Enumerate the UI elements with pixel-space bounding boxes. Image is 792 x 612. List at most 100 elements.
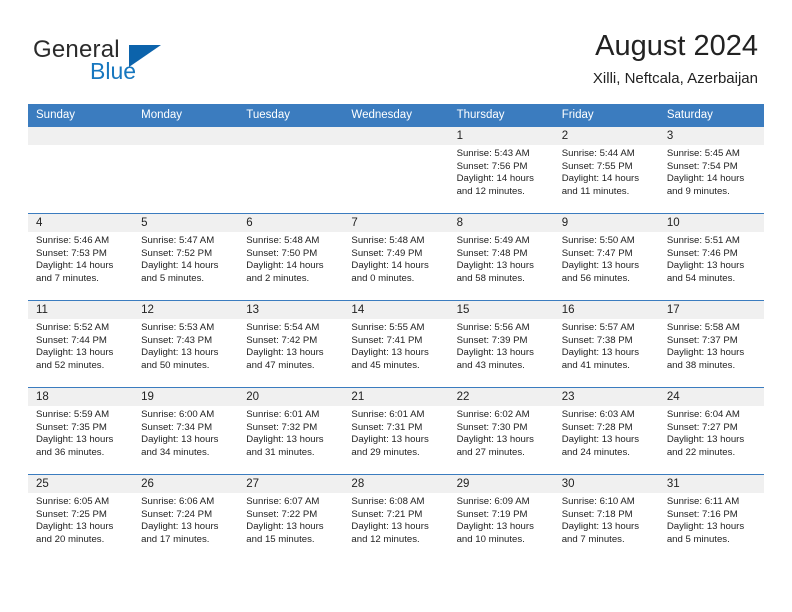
calendar-cell[interactable]: 28 Sunrise: 6:08 AM Sunset: 7:21 PM Dayligh… xyxy=(343,474,449,561)
calendar-cell[interactable]: 31 Sunrise: 6:11 AM Sunset: 7:16 PM Dayligh… xyxy=(658,474,764,561)
day-details: Sunrise: 5:52 AM Sunset: 7:44 PM Daylight:… xyxy=(28,319,133,372)
sunrise-text: Sunrise: 5:44 AM xyxy=(561,148,635,159)
calendar-cell[interactable]: 2 Sunrise: 5:44 AM Sunset: 7:55 PM Daylight… xyxy=(553,127,659,214)
day-details: Sunrise: 5:48 AM Sunset: 7:49 PM Daylight:… xyxy=(343,232,448,285)
calendar-cell[interactable]: 21 Sunrise: 6:01 AM Sunset: 7:31 PM Dayligh… xyxy=(343,387,449,475)
calendar-week-row: 1 Sunrise: 5:43 AM Sunset: 7:56 PM Daylight… xyxy=(28,127,764,214)
sunset-text: Sunset: 7:31 PM xyxy=(351,421,423,433)
day-cell: 17 Sunrise: 5:58 AM Sunset: 7:37 PM Dayligh… xyxy=(658,301,764,387)
sunset-text: Sunset: 7:16 PM xyxy=(666,508,738,520)
day-details: Sunrise: 5:54 AM Sunset: 7:42 PM Daylight:… xyxy=(238,319,343,372)
calendar-cell[interactable]: 7 Sunrise: 5:48 AM Sunset: 7:49 PM Daylight… xyxy=(343,213,449,301)
daylight-text-line1: Daylight: 13 hours xyxy=(561,260,640,272)
day-details: Sunrise: 5:57 AM Sunset: 7:38 PM Daylight:… xyxy=(554,319,659,372)
daylight-text-line1: Daylight: 13 hours xyxy=(666,521,745,533)
sunrise-text: Sunrise: 5:53 AM xyxy=(141,322,215,333)
calendar-week-row: 11 Sunrise: 5:52 AM Sunset: 7:44 PM Dayligh… xyxy=(28,300,764,388)
daylight-text-line2: and 27 minutes. xyxy=(456,446,525,458)
calendar-cell[interactable] xyxy=(28,127,134,214)
calendar-cell[interactable]: 14 Sunrise: 5:55 AM Sunset: 7:41 PM Dayligh… xyxy=(343,300,449,388)
day-number: 27 xyxy=(238,475,344,493)
calendar-cell[interactable]: 8 Sunrise: 5:49 AM Sunset: 7:48 PM Daylight… xyxy=(448,213,554,301)
calendar-cell[interactable]: 3 Sunrise: 5:45 AM Sunset: 7:54 PM Daylight… xyxy=(658,127,764,214)
sunrise-text: Sunrise: 6:11 AM xyxy=(666,496,740,507)
daylight-text-line2: and 52 minutes. xyxy=(36,359,105,371)
day-number: 1 xyxy=(448,127,554,145)
calendar-cell[interactable] xyxy=(133,127,239,214)
calendar-cell[interactable]: 23 Sunrise: 6:03 AM Sunset: 7:28 PM Dayligh… xyxy=(553,387,659,475)
sunset-text: Sunset: 7:22 PM xyxy=(246,508,318,520)
daylight-text-line1: Daylight: 13 hours xyxy=(456,434,534,446)
sunrise-text: Sunrise: 5:54 AM xyxy=(246,322,320,333)
calendar-cell[interactable]: 16 Sunrise: 5:57 AM Sunset: 7:38 PM Dayligh… xyxy=(553,300,659,388)
calendar-cell[interactable]: 15 Sunrise: 5:56 AM Sunset: 7:39 PM Dayligh… xyxy=(448,300,554,388)
daylight-text-line1: Daylight: 13 hours xyxy=(666,260,745,272)
day-number: 12 xyxy=(133,301,239,319)
sunset-text: Sunset: 7:53 PM xyxy=(36,247,107,259)
calendar-week-row: 18 Sunrise: 5:59 AM Sunset: 7:35 PM Dayligh… xyxy=(28,387,764,475)
daylight-text-line2: and 58 minutes. xyxy=(456,272,525,284)
sunset-text: Sunset: 7:42 PM xyxy=(246,334,318,346)
day-details: Sunrise: 5:46 AM Sunset: 7:53 PM Daylight:… xyxy=(28,232,133,285)
sunset-text: Sunset: 7:52 PM xyxy=(141,247,213,259)
sunrise-text: Sunrise: 6:00 AM xyxy=(141,409,215,420)
calendar-cell[interactable]: 12 Sunrise: 5:53 AM Sunset: 7:43 PM Dayligh… xyxy=(133,300,239,388)
calendar-cell[interactable]: 5 Sunrise: 5:47 AM Sunset: 7:52 PM Daylight… xyxy=(133,213,239,301)
calendar-cell[interactable]: 30 Sunrise: 6:10 AM Sunset: 7:18 PM Dayligh… xyxy=(553,474,659,561)
sunrise-text: Sunrise: 6:02 AM xyxy=(456,409,530,420)
sunrise-text: Sunrise: 6:07 AM xyxy=(246,496,320,507)
calendar-cell[interactable] xyxy=(238,127,344,214)
day-details: Sunrise: 6:07 AM Sunset: 7:22 PM Daylight:… xyxy=(238,493,343,546)
day-number: 23 xyxy=(553,388,659,406)
calendar-cell[interactable]: 1 Sunrise: 5:43 AM Sunset: 7:56 PM Daylight… xyxy=(448,127,554,214)
day-number: 6 xyxy=(238,214,344,232)
day-details: Sunrise: 5:55 AM Sunset: 7:41 PM Daylight:… xyxy=(343,319,448,372)
day-cell: 27 Sunrise: 6:07 AM Sunset: 7:22 PM Dayligh… xyxy=(238,475,344,561)
daylight-text-line2: and 12 minutes. xyxy=(351,533,420,545)
calendar-cell[interactable]: 19 Sunrise: 6:00 AM Sunset: 7:34 PM Dayligh… xyxy=(133,387,239,475)
daylight-text-line2: and 29 minutes. xyxy=(351,446,420,458)
sunset-text: Sunset: 7:48 PM xyxy=(456,247,528,259)
calendar-cell[interactable]: 22 Sunrise: 6:02 AM Sunset: 7:30 PM Dayligh… xyxy=(448,387,554,475)
calendar-cell[interactable]: 6 Sunrise: 5:48 AM Sunset: 7:50 PM Daylight… xyxy=(238,213,344,301)
day-number: 9 xyxy=(553,214,659,232)
day-cell: 8 Sunrise: 5:49 AM Sunset: 7:48 PM Daylight… xyxy=(448,214,554,300)
day-number xyxy=(343,127,449,145)
calendar-cell[interactable]: 11 Sunrise: 5:52 AM Sunset: 7:44 PM Dayligh… xyxy=(28,300,134,388)
day-cell: 23 Sunrise: 6:03 AM Sunset: 7:28 PM Dayligh… xyxy=(553,388,659,474)
sunset-text: Sunset: 7:35 PM xyxy=(36,421,107,433)
calendar-cell[interactable]: 10 Sunrise: 5:51 AM Sunset: 7:46 PM Dayligh… xyxy=(658,213,764,301)
day-number xyxy=(28,127,134,145)
calendar-cell[interactable]: 20 Sunrise: 6:01 AM Sunset: 7:32 PM Dayligh… xyxy=(238,387,344,475)
calendar-cell[interactable]: 17 Sunrise: 5:58 AM Sunset: 7:37 PM Dayligh… xyxy=(658,300,764,388)
calendar-cell[interactable] xyxy=(343,127,449,214)
day-number: 28 xyxy=(343,475,449,493)
sunrise-text: Sunrise: 6:09 AM xyxy=(456,496,530,507)
daylight-text-line1: Daylight: 13 hours xyxy=(351,521,429,533)
calendar-cell[interactable]: 25 Sunrise: 6:05 AM Sunset: 7:25 PM Dayligh… xyxy=(28,474,134,561)
general-blue-logo[interactable]: General Blue xyxy=(33,36,213,88)
daylight-text-line2: and 0 minutes. xyxy=(351,272,415,284)
daylight-text-line1: Daylight: 13 hours xyxy=(666,434,745,446)
day-details: Sunrise: 6:11 AM Sunset: 7:16 PM Daylight:… xyxy=(659,493,764,546)
calendar-cell[interactable]: 4 Sunrise: 5:46 AM Sunset: 7:53 PM Daylight… xyxy=(28,213,134,301)
calendar-cell[interactable]: 9 Sunrise: 5:50 AM Sunset: 7:47 PM Daylight… xyxy=(553,213,659,301)
sunrise-text: Sunrise: 6:06 AM xyxy=(141,496,215,507)
daylight-text-line2: and 7 minutes. xyxy=(36,272,99,284)
calendar-cell[interactable]: 24 Sunrise: 6:04 AM Sunset: 7:27 PM Dayligh… xyxy=(658,387,764,475)
calendar-cell[interactable]: 13 Sunrise: 5:54 AM Sunset: 7:42 PM Dayligh… xyxy=(238,300,344,388)
daylight-text-line2: and 47 minutes. xyxy=(246,359,315,371)
daylight-text-line1: Daylight: 13 hours xyxy=(36,347,114,359)
daylight-text-line2: and 2 minutes. xyxy=(246,272,310,284)
calendar-cell[interactable]: 26 Sunrise: 6:06 AM Sunset: 7:24 PM Dayligh… xyxy=(133,474,239,561)
calendar-cell[interactable]: 29 Sunrise: 6:09 AM Sunset: 7:19 PM Dayligh… xyxy=(448,474,554,561)
daylight-text-line1: Daylight: 13 hours xyxy=(456,260,534,272)
calendar-cell[interactable]: 18 Sunrise: 5:59 AM Sunset: 7:35 PM Dayligh… xyxy=(28,387,134,475)
day-number xyxy=(238,127,344,145)
sunrise-text: Sunrise: 6:01 AM xyxy=(246,409,320,420)
day-details: Sunrise: 6:09 AM Sunset: 7:19 PM Daylight:… xyxy=(449,493,554,546)
day-cell-empty xyxy=(238,127,344,213)
weekday-header-wednesday: Wednesday xyxy=(343,104,449,127)
sunrise-text: Sunrise: 5:56 AM xyxy=(456,322,530,333)
calendar-cell[interactable]: 27 Sunrise: 6:07 AM Sunset: 7:22 PM Dayligh… xyxy=(238,474,344,561)
